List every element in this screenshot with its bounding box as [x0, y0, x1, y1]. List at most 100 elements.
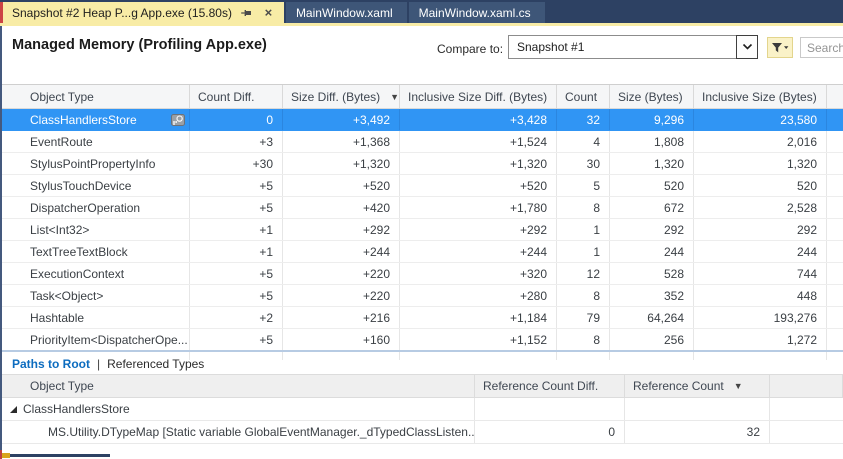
cell-count[interactable]: 32: [557, 109, 610, 130]
cell-object-type[interactable]: ClassHandlersStore: [2, 398, 475, 420]
table-row[interactable]: DispatcherOperation +5 +420 +1,780 8 672 2,528: [2, 197, 843, 219]
cell-filler[interactable]: [827, 219, 843, 240]
tab-mainwindow-xaml[interactable]: MainWindow.xaml: [285, 2, 407, 23]
close-icon[interactable]: ×: [261, 5, 276, 20]
cell-size-diff[interactable]: +520: [283, 175, 400, 196]
column-header-inclusive-size-bytes-[interactable]: Inclusive Size (Bytes): [694, 85, 827, 108]
cell-inclusive-size[interactable]: 448: [694, 285, 827, 306]
cell-count-diff[interactable]: +2: [190, 307, 283, 328]
cell-size[interactable]: 520: [610, 175, 694, 196]
cell-filler[interactable]: [827, 153, 843, 174]
cell-count-diff[interactable]: +5: [190, 285, 283, 306]
cell-count[interactable]: 5: [557, 175, 610, 196]
cell-size-diff[interactable]: +420: [283, 197, 400, 218]
cell-filler[interactable]: [827, 175, 843, 196]
table-row[interactable]: StylusPointPropertyInfo +30 +1,320 +1,320 30…: [2, 153, 843, 175]
table-row[interactable]: TextTreeTextBlock +1 +244 +244 1 244 244: [2, 241, 843, 263]
cell-filler[interactable]: [827, 131, 843, 152]
cell-object-type[interactable]: ExecutionContext: [2, 263, 190, 284]
tab-mainwindow-xaml-cs[interactable]: MainWindow.xaml.cs: [408, 2, 545, 23]
cell-count[interactable]: 1: [557, 219, 610, 240]
cell-size[interactable]: 64,264: [610, 307, 694, 328]
tree-row[interactable]: ClassHandlersStore: [2, 398, 843, 421]
tab-snapshot-heap[interactable]: Snapshot #2 Heap P...g App.exe (15.80s) …: [3, 2, 284, 23]
cell-object-type[interactable]: DispatcherOperation: [2, 197, 190, 218]
column-header-inclusive-size-diff-bytes-[interactable]: Inclusive Size Diff. (Bytes): [400, 85, 557, 108]
cell-size[interactable]: 528: [610, 263, 694, 284]
cell-inclusive-size-diff[interactable]: +1,320: [400, 153, 557, 174]
cell-size[interactable]: 1,808: [610, 131, 694, 152]
cell-count-diff[interactable]: 0: [190, 109, 283, 130]
cell-object-type[interactable]: Hashtable: [2, 307, 190, 328]
cell-inclusive-size-diff[interactable]: +3,428: [400, 109, 557, 130]
column-header-object-type[interactable]: Object Type: [2, 85, 190, 108]
cell-count[interactable]: 8: [557, 197, 610, 218]
cell-object-type[interactable]: TextTreeTextBlock: [2, 241, 190, 262]
cell-inclusive-size[interactable]: 292: [694, 219, 827, 240]
cell-object-type[interactable]: StylusPointPropertyInfo: [2, 153, 190, 174]
cell-inclusive-size[interactable]: 2,016: [694, 131, 827, 152]
cell-size-diff[interactable]: +244: [283, 241, 400, 262]
cell-size-diff[interactable]: +1,320: [283, 153, 400, 174]
cell-filler[interactable]: [770, 398, 843, 420]
cell-reference-count[interactable]: [625, 398, 770, 420]
view-instances-icon[interactable]: [171, 113, 185, 126]
cell-reference-count-diff[interactable]: [475, 398, 625, 420]
cell-size[interactable]: 672: [610, 197, 694, 218]
cell-count[interactable]: 30: [557, 153, 610, 174]
cell-count[interactable]: 1: [557, 241, 610, 262]
cell-reference-count[interactable]: 32: [625, 421, 770, 443]
cell-inclusive-size[interactable]: 520: [694, 175, 827, 196]
tree-row[interactable]: MS.Utility.DTypeMap [Static variable Glo…: [2, 421, 843, 444]
column-header-reference-count-diff-[interactable]: Reference Count Diff.: [475, 375, 625, 397]
cell-inclusive-size-diff[interactable]: +1,152: [400, 329, 557, 350]
cell-filler[interactable]: [827, 307, 843, 328]
cell-inclusive-size-diff[interactable]: +292: [400, 219, 557, 240]
column-header-object-type[interactable]: Object Type: [2, 375, 475, 397]
cell-filler[interactable]: [770, 421, 843, 443]
cell-inclusive-size-diff[interactable]: +520: [400, 175, 557, 196]
cell-count[interactable]: 12: [557, 263, 610, 284]
cell-object-type[interactable]: List<Int32>: [2, 219, 190, 240]
column-header-size-bytes-[interactable]: Size (Bytes): [610, 85, 694, 108]
cell-size-diff[interactable]: +220: [283, 263, 400, 284]
cell-size-diff[interactable]: +160: [283, 329, 400, 350]
cell-filler[interactable]: [827, 241, 843, 262]
cell-inclusive-size-diff[interactable]: +1,524: [400, 131, 557, 152]
table-row[interactable]: Hashtable +2 +216 +1,184 79 64,264 193,276: [2, 307, 843, 329]
cell-object-type[interactable]: StylusTouchDevice: [2, 175, 190, 196]
tab-paths-to-root[interactable]: Paths to Root: [12, 357, 90, 371]
table-row[interactable]: PriorityItem<DispatcherOpe... +5 +160 +1,15…: [2, 329, 843, 351]
cell-inclusive-size[interactable]: 2,528: [694, 197, 827, 218]
cell-inclusive-size[interactable]: 244: [694, 241, 827, 262]
cell-object-type[interactable]: PriorityItem<DispatcherOpe...: [2, 329, 190, 350]
chevron-down-icon[interactable]: [736, 35, 758, 59]
cell-object-type[interactable]: ClassHandlersStore: [2, 109, 190, 130]
cell-count-diff[interactable]: +5: [190, 175, 283, 196]
cell-inclusive-size-diff[interactable]: +320: [400, 263, 557, 284]
table-row[interactable]: StylusTouchDevice +5 +520 +520 5 520 520: [2, 175, 843, 197]
compare-to-combobox[interactable]: Snapshot #1: [508, 35, 758, 59]
cell-size[interactable]: 292: [610, 219, 694, 240]
cell-size[interactable]: 9,296: [610, 109, 694, 130]
cell-inclusive-size-diff[interactable]: +280: [400, 285, 557, 306]
cell-object-type[interactable]: Task<Object>: [2, 285, 190, 306]
cell-count-diff[interactable]: +1: [190, 219, 283, 240]
cell-size[interactable]: 352: [610, 285, 694, 306]
cell-size[interactable]: 244: [610, 241, 694, 262]
table-row[interactable]: List<Int32> +1 +292 +292 1 292 292: [2, 219, 843, 241]
cell-count-diff[interactable]: +5: [190, 197, 283, 218]
cell-size-diff[interactable]: +1,368: [283, 131, 400, 152]
column-header-count[interactable]: Count: [557, 85, 610, 108]
search-input[interactable]: [800, 37, 843, 58]
cell-filler[interactable]: [827, 263, 843, 284]
cell-filler[interactable]: [827, 329, 843, 350]
tree-expander-icon[interactable]: [10, 405, 17, 413]
table-row[interactable]: EventRoute +3 +1,368 +1,524 4 1,808 2,016: [2, 131, 843, 153]
column-header-size-diff-bytes-[interactable]: Size Diff. (Bytes) ▼: [283, 85, 400, 108]
cell-object-type[interactable]: MS.Utility.DTypeMap [Static variable Glo…: [2, 421, 475, 443]
cell-inclusive-size[interactable]: 744: [694, 263, 827, 284]
cell-count-diff[interactable]: +5: [190, 263, 283, 284]
cell-size[interactable]: 256: [610, 329, 694, 350]
cell-count-diff[interactable]: +3: [190, 131, 283, 152]
